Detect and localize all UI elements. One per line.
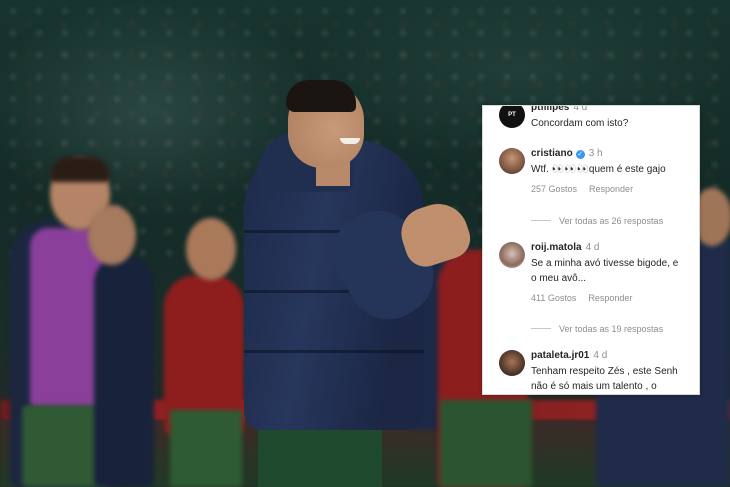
cristiano-avatar-icon[interactable]	[499, 148, 525, 174]
comment-meta: ptfilipes 4 d	[531, 105, 699, 113]
verified-badge-icon: ✓	[575, 150, 585, 159]
player-second-body	[94, 255, 154, 487]
jacket-quilt-line	[244, 350, 424, 353]
reply-button[interactable]: Responder	[589, 184, 633, 194]
ptfilipes-avatar-icon[interactable]: PT FILIPES	[499, 106, 525, 128]
comment-time: 4 d	[585, 242, 600, 253]
comment-meta: roij.matola 4 d	[531, 242, 699, 253]
comment-text: Concordam com isto?	[531, 118, 629, 129]
comment-meta: pataleta.jr01 4 d	[531, 350, 699, 361]
divider-line	[531, 220, 551, 221]
comment-username[interactable]: pataleta.jr01	[531, 350, 589, 361]
player-right-red-shorts	[440, 400, 532, 487]
likes-count[interactable]: 257 Gostos	[531, 184, 577, 194]
likes-count[interactable]: 411 Gostos	[531, 293, 576, 303]
comment-meta: cristiano ✓ 3 h	[531, 148, 699, 159]
comment-time: 4 d	[573, 105, 588, 113]
comment-username[interactable]: cristiano	[531, 148, 573, 159]
comment-actions: 257 Gostos Responder	[531, 184, 699, 194]
comment-text: Tenham respeito Zés , este Senh	[531, 366, 678, 377]
instagram-comments-screenshot: PT FILIPES ptfilipes 4 d Concordam com is…	[482, 105, 700, 395]
player-red-head	[186, 218, 236, 280]
view-replies-text: Ver todas as 19 respostas	[559, 324, 664, 334]
roij-avatar-icon[interactable]	[499, 242, 525, 268]
player-second-head	[88, 205, 136, 265]
player-left-hair	[50, 156, 110, 182]
main-player-hair	[286, 80, 356, 112]
comment-actions: 411 Gostos Responder	[531, 293, 699, 303]
comment-time: 4 d	[593, 350, 608, 361]
comment-text: não é só mais um talento , o	[531, 381, 657, 392]
pataleta-avatar-icon[interactable]	[499, 350, 525, 376]
view-replies-link[interactable]: Ver todas as 26 respostas	[531, 216, 663, 226]
view-replies-link[interactable]: Ver todas as 19 respostas	[531, 324, 663, 334]
player-red-shorts	[170, 410, 242, 487]
comment-time: 3 h	[588, 148, 603, 159]
comment-username[interactable]: roij.matola	[531, 242, 582, 253]
divider-line	[531, 328, 551, 329]
view-replies-text: Ver todas as 26 respostas	[559, 216, 664, 226]
main-player-smile	[340, 138, 360, 144]
comment-text: Se a minha avó tivesse bigode, e	[531, 258, 679, 269]
comment-username[interactable]: ptfilipes	[531, 106, 569, 113]
comment-text: o meu avô...	[531, 273, 587, 284]
comment-text: Wtf. 👀👀👀quem é este gajo	[531, 164, 666, 175]
reply-button[interactable]: Responder	[588, 293, 632, 303]
